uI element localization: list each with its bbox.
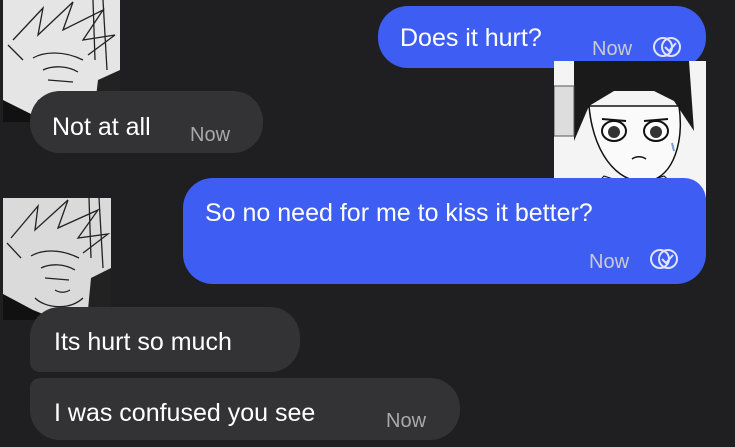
double-check-circle-icon bbox=[653, 37, 681, 57]
message-timestamp: Now bbox=[190, 124, 231, 146]
chat-screen: Does it hurt? Now Not at all Now So no n… bbox=[0, 0, 735, 447]
message-text: Its hurt so much bbox=[54, 328, 232, 356]
double-check-circle-icon bbox=[650, 249, 678, 269]
sent-message-bubble[interactable]: So no need for me to kiss it better? Now bbox=[183, 178, 706, 284]
message-timestamp: Now bbox=[589, 251, 630, 273]
received-message-bubble[interactable]: I was confused you see Now bbox=[30, 378, 460, 440]
white-haired-character-avatar[interactable] bbox=[3, 198, 111, 320]
message-text: So no need for me to kiss it better? bbox=[205, 199, 593, 227]
message-timestamp: Now bbox=[386, 410, 427, 432]
received-message-bubble[interactable]: Its hurt so much bbox=[30, 307, 300, 372]
message-text: Not at all bbox=[52, 113, 151, 141]
sent-message-bubble[interactable]: Does it hurt? Now bbox=[378, 6, 706, 68]
received-message-bubble[interactable]: Not at all Now bbox=[30, 91, 263, 153]
message-text: I was confused you see bbox=[54, 399, 316, 427]
message-timestamp: Now bbox=[592, 38, 633, 60]
message-text: Does it hurt? bbox=[400, 24, 542, 52]
